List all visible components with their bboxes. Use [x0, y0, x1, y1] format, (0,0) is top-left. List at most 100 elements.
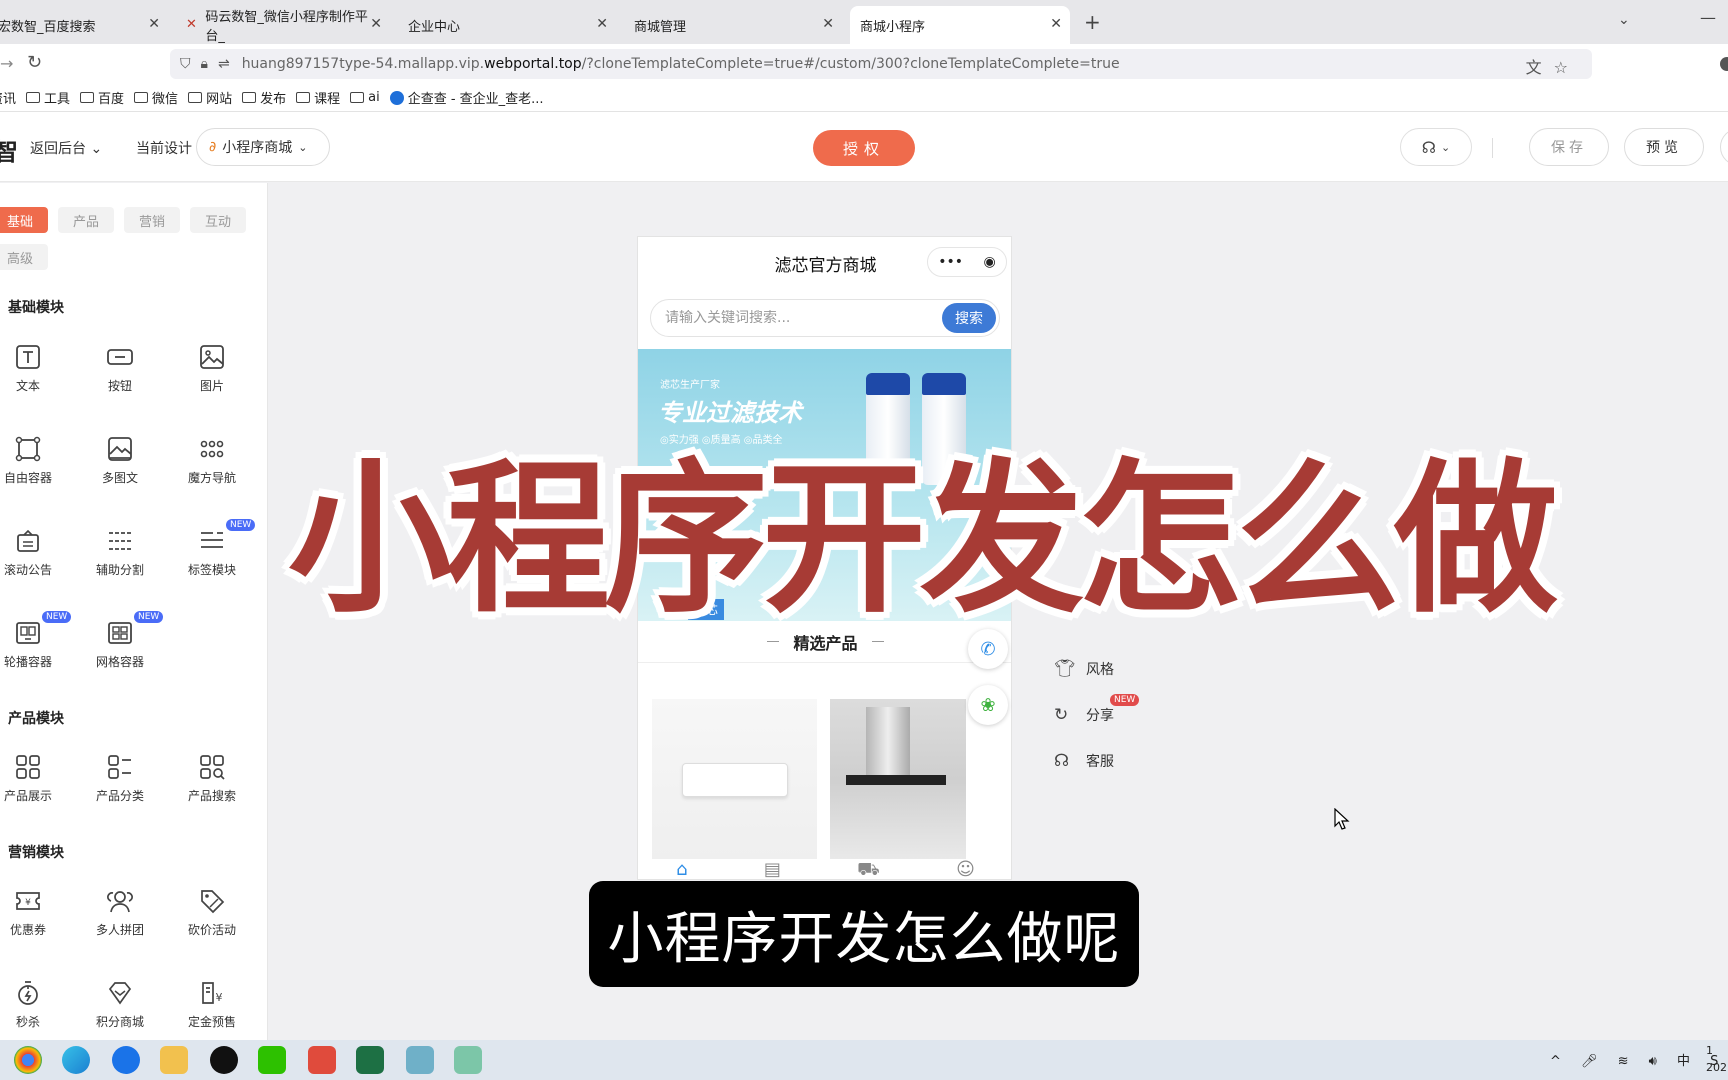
menu-item-style[interactable]: 👕︎ 风格 — [1054, 646, 1114, 692]
stopwatch-icon — [18, 981, 38, 1005]
component-divider[interactable]: 辅助分割 — [80, 527, 160, 597]
brand-logo: 智 — [0, 138, 18, 166]
taskbar-clock[interactable]: 1 202 — [1706, 1042, 1727, 1076]
wechat-app-icon[interactable] — [258, 1046, 286, 1074]
tab-label: 企业中心 — [408, 19, 461, 35]
component-cube-nav[interactable]: 魔方导航 — [172, 435, 252, 505]
extension-icon[interactable] — [1720, 57, 1728, 71]
component-bargain[interactable]: 砍价活动 — [172, 887, 252, 957]
minimize-icon[interactable]: — — [1700, 8, 1716, 27]
bookmark-item[interactable]: 企查查 - 查企业_查老... — [389, 88, 544, 107]
component-coupon[interactable]: ¥ 优惠券 — [0, 887, 68, 957]
tab-basic[interactable]: 基础 — [0, 207, 48, 233]
forward-icon[interactable]: → — [0, 54, 13, 73]
translate-star-icons[interactable]: 文☆ — [1526, 54, 1580, 78]
component-carousel-container[interactable]: NEW 轮播容器 — [0, 611, 72, 689]
product-card-range-hood[interactable] — [830, 699, 966, 859]
wechat-icon[interactable]: ❀ — [968, 685, 1008, 725]
section-title-product: 产品模块 — [8, 711, 64, 727]
component-points-mall[interactable]: 积分商城 — [80, 979, 160, 1040]
search-input[interactable] — [651, 310, 931, 326]
site-settings-icon[interactable]: ⇌ — [218, 56, 230, 72]
home-icon[interactable]: ⌂ — [676, 859, 687, 879]
bookmark-item[interactable]: 资讯 — [0, 88, 16, 107]
chevron-down-icon[interactable]: ⌄ — [1618, 12, 1630, 28]
product-grid-icon — [16, 755, 40, 779]
close-icon[interactable]: ✕ — [370, 16, 382, 32]
app-type-select[interactable]: ∂ 小程序商城 ⌄ — [196, 128, 330, 166]
browser-tab[interactable]: 企业中心 ✕ — [398, 6, 616, 44]
component-scroll-notice[interactable]: 滚动公告 — [0, 527, 68, 597]
component-free-container[interactable]: 自由容器 — [0, 435, 68, 505]
notes-app-icon[interactable] — [406, 1046, 434, 1074]
folder-icon — [80, 92, 95, 103]
close-icon[interactable]: ✕ — [596, 16, 608, 32]
component-image[interactable]: 图片 — [172, 343, 252, 413]
menu-item-share[interactable]: ↻ 分享 NEW — [1054, 692, 1140, 738]
bookmark-folder[interactable]: 工具 — [26, 88, 70, 107]
product-card-aircon[interactable] — [652, 699, 817, 859]
bookmark-folder[interactable]: 网站 — [188, 88, 232, 107]
component-product-category[interactable]: 产品分类 — [80, 753, 160, 823]
user-icon[interactable]: ☺ — [956, 859, 975, 879]
app-type-value: 小程序商城 — [222, 140, 293, 156]
sogou-browser-icon[interactable] — [112, 1046, 140, 1074]
publish-button[interactable] — [1720, 128, 1728, 166]
os-taskbar: ^ 🎤︎ ≋ 🔊︎ 中 S 1 202 — [0, 1040, 1728, 1080]
component-flash-sale[interactable]: 秒杀 — [0, 979, 68, 1040]
browser-tab[interactable]: 宏数智_百度搜索 ✕ — [0, 6, 168, 44]
preview-button[interactable]: 预览 — [1624, 128, 1704, 166]
component-product-search[interactable]: 产品搜索 — [172, 753, 252, 823]
edge-icon[interactable] — [62, 1046, 90, 1074]
bookmark-folder[interactable]: 微信 — [134, 88, 178, 107]
close-icon[interactable]: ✕ — [822, 16, 834, 32]
new-badge: NEW — [42, 611, 72, 623]
file-explorer-icon[interactable] — [160, 1046, 188, 1074]
grid-container-icon — [108, 622, 132, 644]
excel-icon[interactable] — [356, 1046, 384, 1074]
coupon-icon: ¥ — [16, 892, 40, 910]
back-to-admin-button[interactable]: 返回后台 ⌄ — [30, 138, 102, 158]
cart-icon[interactable]: ⛟ — [857, 859, 880, 879]
support-dropdown[interactable]: ☊ ⌄ — [1400, 128, 1472, 166]
browser-tab[interactable]: 商城管理 ✕ — [624, 6, 842, 44]
component-group-buy[interactable]: 多人拼团 — [80, 887, 160, 957]
system-tray[interactable]: ^ 🎤︎ ≋ 🔊︎ 中 S — [1550, 1050, 1726, 1069]
browser-tab[interactable]: ✕ 码云数智_微信小程序制作平台_ ✕ — [176, 6, 390, 44]
close-icon[interactable]: ✕ — [148, 16, 160, 32]
component-deposit-presale[interactable]: ¥ 定金预售 — [172, 979, 252, 1040]
url-field[interactable]: ⛉ 🔒︎ ⇌ huang897157type-54.mallapp.vip.we… — [170, 49, 1592, 79]
qq-icon[interactable] — [210, 1046, 238, 1074]
bookmark-folder[interactable]: ai — [350, 90, 380, 105]
tab-product[interactable]: 产品 — [58, 207, 114, 233]
component-grid-container[interactable]: NEW 网格容器 — [80, 611, 164, 689]
bookmark-folder[interactable]: 发布 — [242, 88, 286, 107]
tab-marketing[interactable]: 营销 — [124, 207, 180, 233]
authorize-button[interactable]: 授权 — [813, 130, 915, 166]
more-icon[interactable]: ••• — [938, 254, 963, 270]
save-button[interactable]: 保存 — [1529, 128, 1609, 166]
component-tag-module[interactable]: NEW 标签模块 — [172, 519, 256, 597]
multi-image-icon — [108, 437, 132, 461]
menu-item-customer-service[interactable]: ☊ 客服 — [1054, 738, 1114, 784]
close-icon[interactable]: ✕ — [1050, 16, 1062, 32]
browser-tab-active[interactable]: 商城小程序 ✕ — [850, 6, 1070, 44]
component-button[interactable]: 按钮 — [80, 343, 160, 413]
close-target-icon[interactable]: ◉ — [984, 254, 996, 270]
app-icon[interactable] — [454, 1046, 482, 1074]
clipboard-icon[interactable]: ▤ — [764, 859, 781, 879]
screen-recorder-icon[interactable] — [308, 1046, 336, 1074]
miniprogram-capsule[interactable]: ••• ◉ — [927, 247, 1007, 277]
search-button[interactable]: 搜索 — [942, 303, 996, 333]
new-tab-icon[interactable]: + — [1084, 10, 1101, 34]
reload-icon[interactable]: ↻ — [27, 52, 42, 73]
bookmark-folder[interactable]: 百度 — [80, 88, 124, 107]
component-text[interactable]: 文本 — [0, 343, 68, 413]
overlay-headline: 小程序开发怎么做 — [288, 444, 1558, 635]
component-product-display[interactable]: 产品展示 — [0, 753, 68, 823]
tab-interactive[interactable]: 互动 — [190, 207, 246, 233]
tab-advanced[interactable]: 高级 — [0, 244, 48, 270]
chrome-icon[interactable] — [14, 1046, 42, 1074]
bookmark-folder[interactable]: 课程 — [296, 88, 340, 107]
component-multi-image-text[interactable]: 多图文 — [80, 435, 160, 505]
